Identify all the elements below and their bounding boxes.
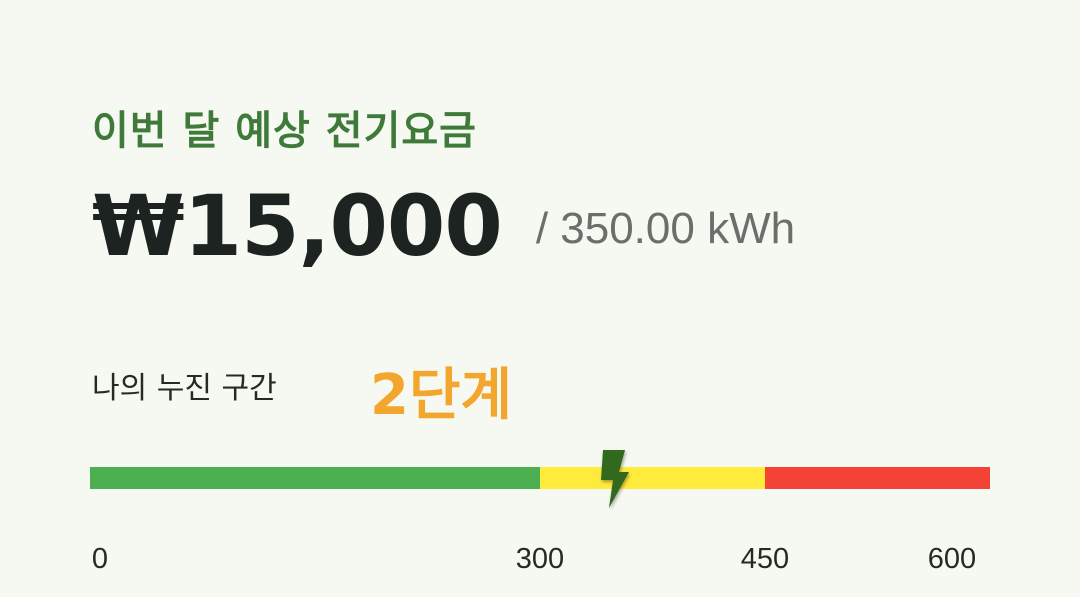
tier-label: 나의 누진 구간 <box>92 371 277 406</box>
gauge-tick-label: 600 <box>927 543 977 575</box>
tier-gauge-bar <box>90 467 990 489</box>
usage-kwh: / 350.00 kWh <box>535 204 796 253</box>
gauge-segment-3 <box>765 467 990 489</box>
gauge-segment-1 <box>90 467 540 489</box>
gauge-tick-label: 0 <box>91 543 109 575</box>
gauge-segment-2 <box>540 467 765 489</box>
estimated-amount: ₩15,000 <box>92 177 503 275</box>
tier-value: 2단계 <box>370 363 513 428</box>
gauge-tick-label: 300 <box>515 543 565 575</box>
lightning-bolt-icon <box>601 450 629 508</box>
page-title: 이번 달 예상 전기요금 <box>92 108 477 154</box>
bill-summary: ₩15,000 / 350.00 kWh <box>92 176 795 276</box>
gauge-tick-label: 450 <box>740 543 790 575</box>
